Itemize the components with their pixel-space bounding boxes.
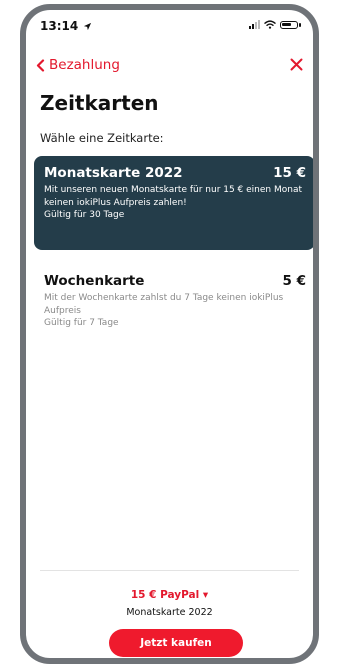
location-arrow-icon xyxy=(84,22,92,31)
chevron-left-icon xyxy=(36,58,45,72)
status-time: 13:14 xyxy=(40,19,92,33)
card-title: Wochenkarte xyxy=(44,273,145,289)
selected-product-label: Monatskarte 2022 xyxy=(126,607,213,618)
ticket-card-wochenkarte[interactable]: Wochenkarte 5 € Mit der Wochenkarte zahl… xyxy=(34,264,313,334)
buy-now-button[interactable]: Jetzt kaufen xyxy=(109,629,243,657)
status-time-text: 13:14 xyxy=(40,19,79,33)
card-header: Wochenkarte 5 € xyxy=(44,273,306,289)
ticket-card-monatskarte[interactable]: Monatskarte 2022 15 € Mit unseren neuen … xyxy=(34,156,313,250)
status-icons xyxy=(249,20,301,29)
card-description: Mit unseren neuen Monatskarte für nur 15… xyxy=(44,184,306,222)
page-title: Zeitkarten xyxy=(40,91,159,115)
close-icon xyxy=(290,58,303,71)
card-description-text: Mit unseren neuen Monatskarte für nur 15… xyxy=(44,185,303,208)
section-label: Wähle eine Zeitkarte: xyxy=(40,131,164,145)
phone-frame: 13:14 Bezahlung Zeitkarten Wähle eine Ze… xyxy=(20,4,319,664)
card-price: 5 € xyxy=(282,273,307,289)
footer-divider xyxy=(40,570,299,571)
payment-method-selector[interactable]: 15 € PayPal ▾ xyxy=(26,589,313,601)
card-validity: Gültig für 30 Tage xyxy=(44,210,125,220)
card-price: 15 € xyxy=(273,165,306,181)
signal-icon xyxy=(249,20,260,29)
back-button-label: Bezahlung xyxy=(49,57,120,73)
battery-tip xyxy=(299,22,301,27)
status-bar: 13:14 xyxy=(26,10,313,44)
card-description: Mit der Wochenkarte zahlst du 7 Tage kei… xyxy=(44,292,306,330)
back-button[interactable]: Bezahlung xyxy=(36,57,120,73)
wifi-icon xyxy=(264,20,276,29)
card-title: Monatskarte 2022 xyxy=(44,165,183,181)
card-header: Monatskarte 2022 15 € xyxy=(44,165,306,181)
battery-icon xyxy=(280,20,298,29)
card-description-text: Mit der Wochenkarte zahlst du 7 Tage kei… xyxy=(44,293,284,316)
card-validity: Gültig für 7 Tage xyxy=(44,318,119,328)
close-button[interactable] xyxy=(290,56,303,75)
